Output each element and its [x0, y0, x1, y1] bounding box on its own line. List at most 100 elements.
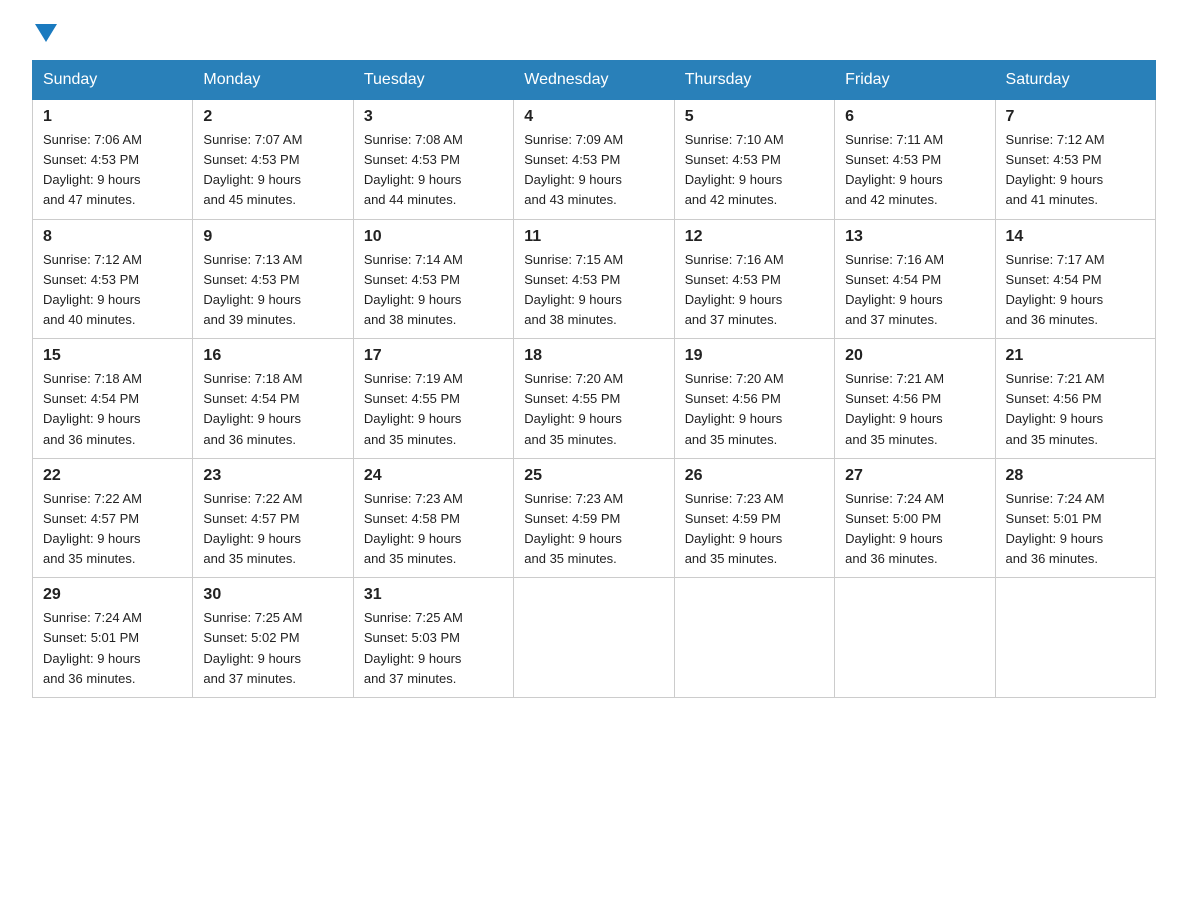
day-number: 25 — [524, 467, 663, 485]
calendar-cell: 26 Sunrise: 7:23 AMSunset: 4:59 PMDaylig… — [674, 458, 834, 578]
day-number: 24 — [364, 467, 503, 485]
calendar-cell: 11 Sunrise: 7:15 AMSunset: 4:53 PMDaylig… — [514, 219, 674, 339]
day-info: Sunrise: 7:16 AMSunset: 4:53 PMDaylight:… — [685, 250, 824, 331]
day-number: 10 — [364, 228, 503, 246]
calendar-cell: 17 Sunrise: 7:19 AMSunset: 4:55 PMDaylig… — [353, 339, 513, 459]
day-info: Sunrise: 7:08 AMSunset: 4:53 PMDaylight:… — [364, 130, 503, 211]
header-wednesday: Wednesday — [514, 61, 674, 100]
day-number: 11 — [524, 228, 663, 246]
calendar-cell: 3 Sunrise: 7:08 AMSunset: 4:53 PMDayligh… — [353, 100, 513, 220]
day-info: Sunrise: 7:15 AMSunset: 4:53 PMDaylight:… — [524, 250, 663, 331]
day-info: Sunrise: 7:19 AMSunset: 4:55 PMDaylight:… — [364, 369, 503, 450]
day-info: Sunrise: 7:21 AMSunset: 4:56 PMDaylight:… — [1006, 369, 1145, 450]
calendar-header-row: SundayMondayTuesdayWednesdayThursdayFrid… — [33, 61, 1156, 100]
calendar-cell: 1 Sunrise: 7:06 AMSunset: 4:53 PMDayligh… — [33, 100, 193, 220]
day-info: Sunrise: 7:25 AMSunset: 5:02 PMDaylight:… — [203, 608, 342, 689]
day-number: 7 — [1006, 108, 1145, 126]
day-number: 5 — [685, 108, 824, 126]
calendar-table: SundayMondayTuesdayWednesdayThursdayFrid… — [32, 60, 1156, 698]
day-info: Sunrise: 7:23 AMSunset: 4:59 PMDaylight:… — [524, 489, 663, 570]
day-number: 3 — [364, 108, 503, 126]
day-info: Sunrise: 7:16 AMSunset: 4:54 PMDaylight:… — [845, 250, 984, 331]
calendar-cell: 16 Sunrise: 7:18 AMSunset: 4:54 PMDaylig… — [193, 339, 353, 459]
day-info: Sunrise: 7:22 AMSunset: 4:57 PMDaylight:… — [203, 489, 342, 570]
calendar-cell: 14 Sunrise: 7:17 AMSunset: 4:54 PMDaylig… — [995, 219, 1155, 339]
calendar-week-row: 8 Sunrise: 7:12 AMSunset: 4:53 PMDayligh… — [33, 219, 1156, 339]
calendar-cell: 27 Sunrise: 7:24 AMSunset: 5:00 PMDaylig… — [835, 458, 995, 578]
calendar-cell: 21 Sunrise: 7:21 AMSunset: 4:56 PMDaylig… — [995, 339, 1155, 459]
day-info: Sunrise: 7:11 AMSunset: 4:53 PMDaylight:… — [845, 130, 984, 211]
day-number: 26 — [685, 467, 824, 485]
calendar-cell: 10 Sunrise: 7:14 AMSunset: 4:53 PMDaylig… — [353, 219, 513, 339]
day-number: 31 — [364, 586, 503, 604]
calendar-cell: 12 Sunrise: 7:16 AMSunset: 4:53 PMDaylig… — [674, 219, 834, 339]
day-info: Sunrise: 7:10 AMSunset: 4:53 PMDaylight:… — [685, 130, 824, 211]
day-number: 14 — [1006, 228, 1145, 246]
day-info: Sunrise: 7:13 AMSunset: 4:53 PMDaylight:… — [203, 250, 342, 331]
header-sunday: Sunday — [33, 61, 193, 100]
day-info: Sunrise: 7:20 AMSunset: 4:56 PMDaylight:… — [685, 369, 824, 450]
calendar-cell: 7 Sunrise: 7:12 AMSunset: 4:53 PMDayligh… — [995, 100, 1155, 220]
day-info: Sunrise: 7:24 AMSunset: 5:01 PMDaylight:… — [43, 608, 182, 689]
calendar-cell: 20 Sunrise: 7:21 AMSunset: 4:56 PMDaylig… — [835, 339, 995, 459]
calendar-cell — [995, 578, 1155, 698]
calendar-cell — [514, 578, 674, 698]
calendar-cell: 29 Sunrise: 7:24 AMSunset: 5:01 PMDaylig… — [33, 578, 193, 698]
day-number: 29 — [43, 586, 182, 604]
day-info: Sunrise: 7:06 AMSunset: 4:53 PMDaylight:… — [43, 130, 182, 211]
day-info: Sunrise: 7:17 AMSunset: 4:54 PMDaylight:… — [1006, 250, 1145, 331]
day-number: 23 — [203, 467, 342, 485]
calendar-week-row: 22 Sunrise: 7:22 AMSunset: 4:57 PMDaylig… — [33, 458, 1156, 578]
day-info: Sunrise: 7:12 AMSunset: 4:53 PMDaylight:… — [43, 250, 182, 331]
day-info: Sunrise: 7:24 AMSunset: 5:00 PMDaylight:… — [845, 489, 984, 570]
day-number: 2 — [203, 108, 342, 126]
calendar-cell: 5 Sunrise: 7:10 AMSunset: 4:53 PMDayligh… — [674, 100, 834, 220]
header-friday: Friday — [835, 61, 995, 100]
page-header — [32, 24, 1156, 42]
calendar-cell: 8 Sunrise: 7:12 AMSunset: 4:53 PMDayligh… — [33, 219, 193, 339]
day-info: Sunrise: 7:12 AMSunset: 4:53 PMDaylight:… — [1006, 130, 1145, 211]
day-number: 18 — [524, 347, 663, 365]
calendar-cell: 2 Sunrise: 7:07 AMSunset: 4:53 PMDayligh… — [193, 100, 353, 220]
calendar-cell: 4 Sunrise: 7:09 AMSunset: 4:53 PMDayligh… — [514, 100, 674, 220]
calendar-week-row: 29 Sunrise: 7:24 AMSunset: 5:01 PMDaylig… — [33, 578, 1156, 698]
day-number: 22 — [43, 467, 182, 485]
day-number: 21 — [1006, 347, 1145, 365]
day-info: Sunrise: 7:24 AMSunset: 5:01 PMDaylight:… — [1006, 489, 1145, 570]
logo — [32, 24, 57, 42]
calendar-cell: 22 Sunrise: 7:22 AMSunset: 4:57 PMDaylig… — [33, 458, 193, 578]
calendar-cell: 18 Sunrise: 7:20 AMSunset: 4:55 PMDaylig… — [514, 339, 674, 459]
logo-triangle-icon — [35, 24, 57, 42]
day-info: Sunrise: 7:21 AMSunset: 4:56 PMDaylight:… — [845, 369, 984, 450]
calendar-cell: 19 Sunrise: 7:20 AMSunset: 4:56 PMDaylig… — [674, 339, 834, 459]
day-info: Sunrise: 7:22 AMSunset: 4:57 PMDaylight:… — [43, 489, 182, 570]
day-number: 12 — [685, 228, 824, 246]
day-number: 20 — [845, 347, 984, 365]
calendar-cell: 25 Sunrise: 7:23 AMSunset: 4:59 PMDaylig… — [514, 458, 674, 578]
day-info: Sunrise: 7:25 AMSunset: 5:03 PMDaylight:… — [364, 608, 503, 689]
day-number: 28 — [1006, 467, 1145, 485]
day-number: 9 — [203, 228, 342, 246]
day-number: 17 — [364, 347, 503, 365]
calendar-cell: 23 Sunrise: 7:22 AMSunset: 4:57 PMDaylig… — [193, 458, 353, 578]
calendar-cell: 28 Sunrise: 7:24 AMSunset: 5:01 PMDaylig… — [995, 458, 1155, 578]
day-number: 15 — [43, 347, 182, 365]
calendar-week-row: 1 Sunrise: 7:06 AMSunset: 4:53 PMDayligh… — [33, 100, 1156, 220]
day-number: 13 — [845, 228, 984, 246]
day-number: 30 — [203, 586, 342, 604]
calendar-cell — [674, 578, 834, 698]
day-number: 6 — [845, 108, 984, 126]
day-number: 8 — [43, 228, 182, 246]
day-number: 16 — [203, 347, 342, 365]
day-info: Sunrise: 7:18 AMSunset: 4:54 PMDaylight:… — [203, 369, 342, 450]
day-info: Sunrise: 7:14 AMSunset: 4:53 PMDaylight:… — [364, 250, 503, 331]
calendar-cell: 24 Sunrise: 7:23 AMSunset: 4:58 PMDaylig… — [353, 458, 513, 578]
calendar-cell: 30 Sunrise: 7:25 AMSunset: 5:02 PMDaylig… — [193, 578, 353, 698]
day-info: Sunrise: 7:07 AMSunset: 4:53 PMDaylight:… — [203, 130, 342, 211]
day-info: Sunrise: 7:18 AMSunset: 4:54 PMDaylight:… — [43, 369, 182, 450]
day-info: Sunrise: 7:23 AMSunset: 4:59 PMDaylight:… — [685, 489, 824, 570]
calendar-cell: 9 Sunrise: 7:13 AMSunset: 4:53 PMDayligh… — [193, 219, 353, 339]
day-number: 27 — [845, 467, 984, 485]
calendar-cell: 13 Sunrise: 7:16 AMSunset: 4:54 PMDaylig… — [835, 219, 995, 339]
header-monday: Monday — [193, 61, 353, 100]
